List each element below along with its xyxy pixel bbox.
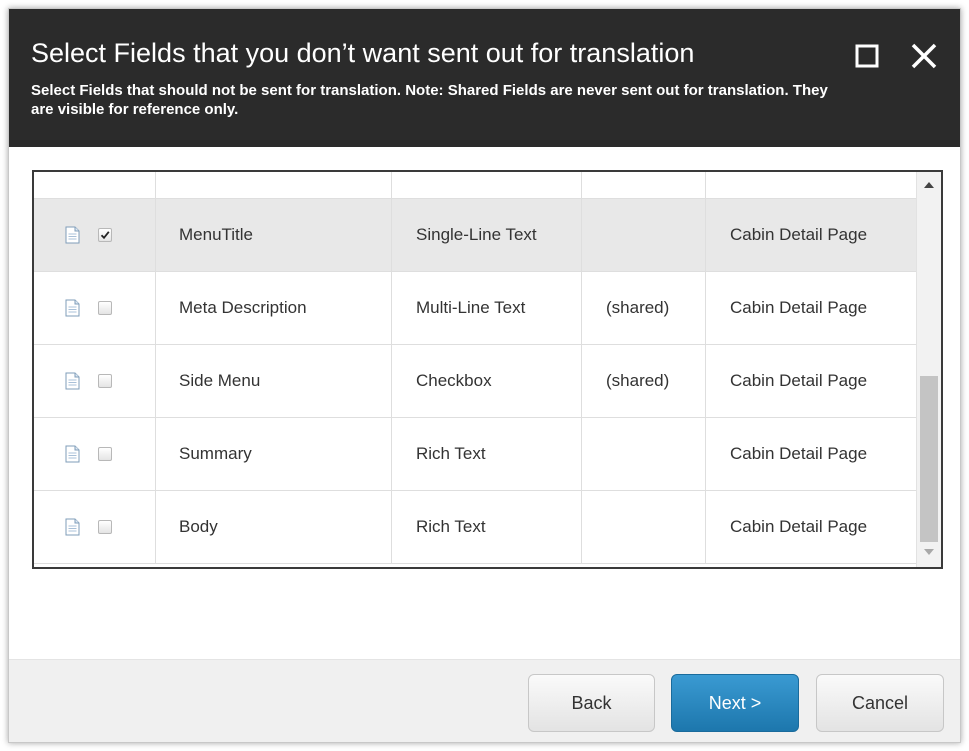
field-name-cell: MenuTitle [156,199,392,271]
row-select-cell [34,272,156,344]
field-type-cell: Rich Text [392,418,582,490]
table-row[interactable] [34,172,916,199]
field-name-cell: Summary [156,418,392,490]
row-checkbox[interactable] [98,447,112,461]
row-checkbox[interactable] [98,520,112,534]
field-template-cell: Cabin Detail Page [730,444,868,463]
table-row[interactable]: Body Rich Text Cabin Detail Page [34,491,916,564]
field-type-cell: Rich Text [392,491,582,563]
table-row[interactable]: Meta Description Multi-Line Text (shared) C… [34,272,916,345]
dialog-title: Select Fields that you don’t want sent o… [31,38,695,68]
table-row[interactable]: Side Menu Checkbox (shared) Cabin Detail Pa… [34,345,916,418]
scroll-up-arrow-icon [924,182,934,188]
row-select-cell [34,199,156,271]
row-checkbox[interactable] [98,228,112,242]
field-template-cell [706,172,916,198]
field-shared-cell [582,418,706,490]
back-button[interactable]: Back [528,674,655,732]
dialog-header: Select Fields that you don’t want sent o… [9,9,960,147]
field-template-cell: Cabin Detail Page [730,225,868,244]
maximize-button[interactable] [850,39,884,73]
field-type-cell [392,172,582,198]
document-icon [65,445,80,463]
document-icon [65,226,80,244]
grid-scrollbar[interactable] [916,172,941,567]
maximize-icon [855,44,879,68]
cancel-button[interactable]: Cancel [816,674,944,732]
fields-grid: MenuTitle Single-Line Text Cabin Detail Pa… [32,170,943,569]
field-type-cell: Checkbox [392,345,582,417]
document-icon [65,299,80,317]
row-select-cell [34,491,156,563]
field-template-cell: Cabin Detail Page [730,298,868,317]
field-shared-cell [582,199,706,271]
field-type-cell: Multi-Line Text [392,272,582,344]
field-shared-cell [582,491,706,563]
field-name-cell: Meta Description [156,272,392,344]
close-icon [911,43,937,69]
field-name-cell [156,172,392,198]
document-icon [65,372,80,390]
close-button[interactable] [907,39,941,73]
dialog-footer: Back Next > Cancel [9,659,960,742]
fields-grid-body: MenuTitle Single-Line Text Cabin Detail Pa… [34,172,916,567]
row-checkbox[interactable] [98,301,112,315]
row-select-cell [34,418,156,490]
dialog-subtitle: Select Fields that should not be sent fo… [31,82,828,118]
document-icon [65,518,80,536]
row-select-cell [34,345,156,417]
scroll-up-button[interactable] [917,174,941,196]
scroll-down-arrow-icon [924,549,934,555]
row-checkbox[interactable] [98,374,112,388]
field-shared-cell: (shared) [582,272,706,344]
field-name-cell: Body [156,491,392,563]
table-row[interactable]: MenuTitle Single-Line Text Cabin Detail Pa… [34,199,916,272]
field-template-cell: Cabin Detail Page [730,371,868,390]
field-name-cell: Side Menu [156,345,392,417]
scroll-thumb[interactable] [920,376,938,542]
field-template-cell: Cabin Detail Page [730,517,868,536]
field-type-cell: Single-Line Text [392,199,582,271]
field-shared-cell [582,172,706,198]
row-select-cell [34,172,156,198]
field-shared-cell: (shared) [582,345,706,417]
next-button[interactable]: Next > [671,674,799,732]
dialog: Select Fields that you don’t want sent o… [8,8,961,743]
table-row[interactable]: Summary Rich Text Cabin Detail Page [34,418,916,491]
scroll-down-button[interactable] [917,541,941,563]
